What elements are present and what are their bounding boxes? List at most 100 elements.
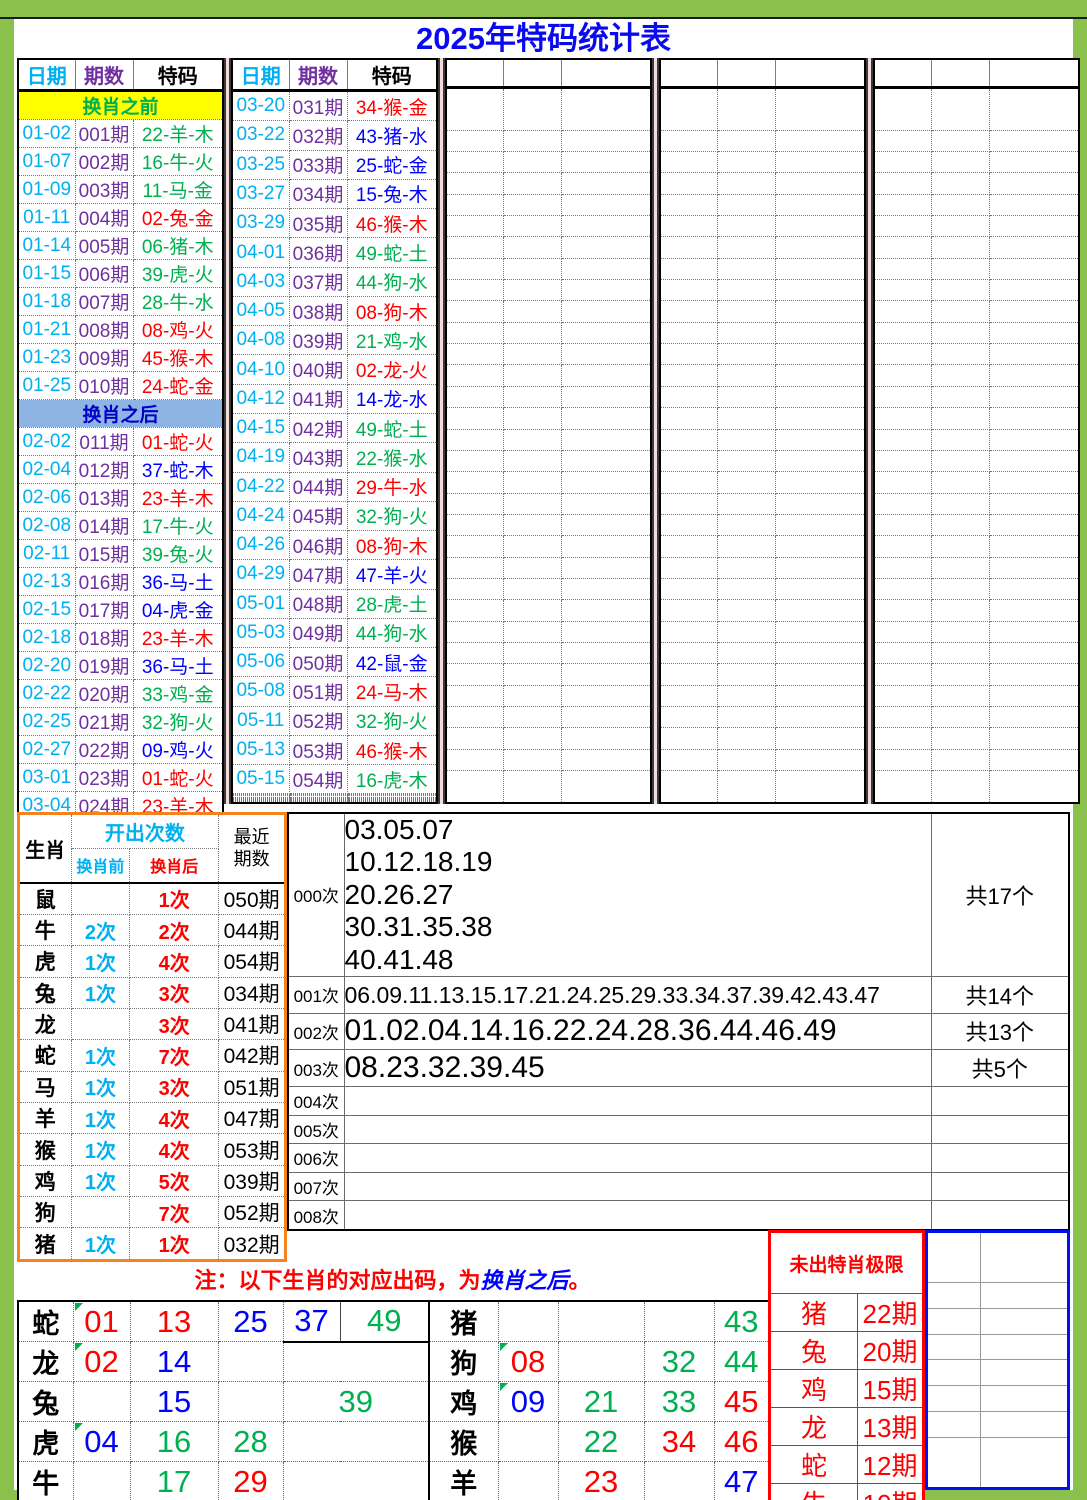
freq-row: 005次 [287, 1114, 1070, 1145]
code-cell: 39-虎-火 [132, 259, 224, 288]
issue-cell [502, 492, 562, 515]
code-cell [774, 300, 866, 323]
issue-cell: 013期 [74, 483, 134, 512]
table-row [873, 748, 1080, 772]
limit-period-cell: 12期 [856, 1445, 925, 1484]
code-cell [560, 471, 652, 494]
empty-grid-table [925, 1230, 1070, 1490]
issue-cell: 017期 [74, 595, 134, 624]
issue-cell [716, 471, 776, 494]
date-cell [659, 535, 718, 558]
code-cell [560, 727, 652, 750]
limit-zodiac-cell: 龙 [769, 1407, 858, 1446]
issue-cell [930, 385, 990, 409]
table-row [445, 748, 652, 772]
table-row: 02-27 022期 09-鸡-火 [17, 735, 224, 764]
date-cell [445, 556, 504, 579]
issue-cell: 041期 [288, 383, 348, 414]
issue-cell [716, 407, 776, 430]
table-row [873, 129, 1080, 153]
issue-cell: 015期 [74, 539, 134, 568]
zodiac-cell: 虎 [17, 1421, 74, 1462]
issue-cell [716, 705, 776, 729]
code-cell: 46-猴-木 [346, 734, 438, 766]
date-cell [659, 172, 718, 195]
empty-cell [926, 1333, 981, 1361]
freq-label-cell: 007次 [287, 1171, 345, 1202]
draw-group-3 [445, 58, 652, 804]
stats-row: 猴 1次 4次 053期 [18, 1133, 286, 1166]
date-cell: 03-22 [231, 120, 290, 151]
issue-cell [502, 513, 562, 537]
date-cell [659, 770, 718, 804]
date-cell: 05-08 [231, 676, 290, 707]
empty-cell [926, 1230, 981, 1284]
date-cell [445, 151, 504, 174]
table-row: 03-29 035期 46-猴-木 [231, 208, 438, 239]
after-count-cell: 4次 [129, 1102, 220, 1135]
zodiac-numbers-table-left: 蛇0113253749龙0214兔1539虎041628牛1729鼠42 [17, 1300, 430, 1500]
table-row [659, 663, 866, 686]
date-cell [659, 513, 718, 537]
issue-cell [716, 428, 776, 451]
freq-total-cell [930, 1200, 1070, 1231]
table-row [445, 492, 652, 515]
issue-cell [716, 663, 776, 686]
freq-label-cell: 006次 [287, 1143, 345, 1173]
after-count-cell: 2次 [129, 913, 220, 947]
issue-cell: 046期 [288, 530, 348, 561]
date-cell: 05-03 [231, 617, 290, 649]
table-row [659, 471, 866, 494]
date-cell [873, 151, 932, 174]
code-cell [560, 513, 652, 537]
recent-issue-cell: 054期 [218, 945, 286, 978]
number-cell [497, 1300, 559, 1342]
table-row [873, 492, 1080, 515]
issue-cell [502, 236, 562, 259]
issue-cell [716, 129, 776, 153]
issue-cell: 010期 [74, 371, 134, 400]
code-cell [988, 513, 1080, 537]
date-cell: 04-19 [231, 442, 290, 473]
issue-cell [930, 300, 990, 323]
separator-bar [652, 58, 659, 804]
green-frame-left [0, 19, 14, 1500]
table-row: 换肖之后 [17, 399, 224, 428]
table-row [445, 321, 652, 345]
table-row [445, 279, 652, 302]
issue-column-header [716, 58, 776, 89]
table-row [873, 727, 1080, 750]
table-row [231, 800, 438, 804]
empty-cell [926, 1359, 981, 1387]
issue-cell [930, 535, 990, 558]
page: 2025年特码统计表 日期 期数 特码 换肖之前 01-02 001期 22-羊-木 01-0… [0, 0, 1087, 1500]
zodiac-cell: 羊 [428, 1461, 499, 1500]
issue-cell [930, 513, 990, 537]
table-row: 04-12 041期 14-龙-水 [231, 383, 438, 414]
code-cell [560, 620, 652, 643]
code-cell [774, 727, 866, 750]
code-cell [988, 727, 1080, 750]
code-cell [988, 87, 1080, 131]
date-cell: 04-08 [231, 325, 290, 356]
code-cell [988, 663, 1080, 686]
date-cell [445, 770, 504, 804]
zodiac-cell: 兔 [18, 976, 72, 1009]
frequency-table: 000次 03.05.07 10.12.18.19 20.26.27 30.31.35.… [287, 812, 1070, 1231]
zodiac-cell: 鼠 [18, 882, 72, 915]
code-cell: 02-兔-金 [132, 203, 224, 232]
freq-line: 06.09.11.13.15.17.21.24.25.29.33.34.37.3… [344, 981, 880, 1008]
date-cell: 05-13 [231, 734, 290, 766]
zodiac-numbers-left-table: 蛇0113253749龙0214兔1539虎041628牛1729鼠42 [17, 1300, 430, 1500]
date-cell: 01-21 [17, 315, 76, 344]
table-row: 02-06 013期 23-羊-木 [17, 483, 224, 512]
table-row: 猪 43 [428, 1300, 770, 1342]
date-cell [659, 684, 718, 707]
issue-cell [716, 87, 776, 131]
table-row [445, 172, 652, 195]
date-cell [445, 727, 504, 750]
draw-group-4 [659, 58, 866, 804]
code-cell: 34-猴-金 [346, 89, 438, 122]
code-cell [560, 449, 652, 473]
date-cell [445, 236, 504, 259]
